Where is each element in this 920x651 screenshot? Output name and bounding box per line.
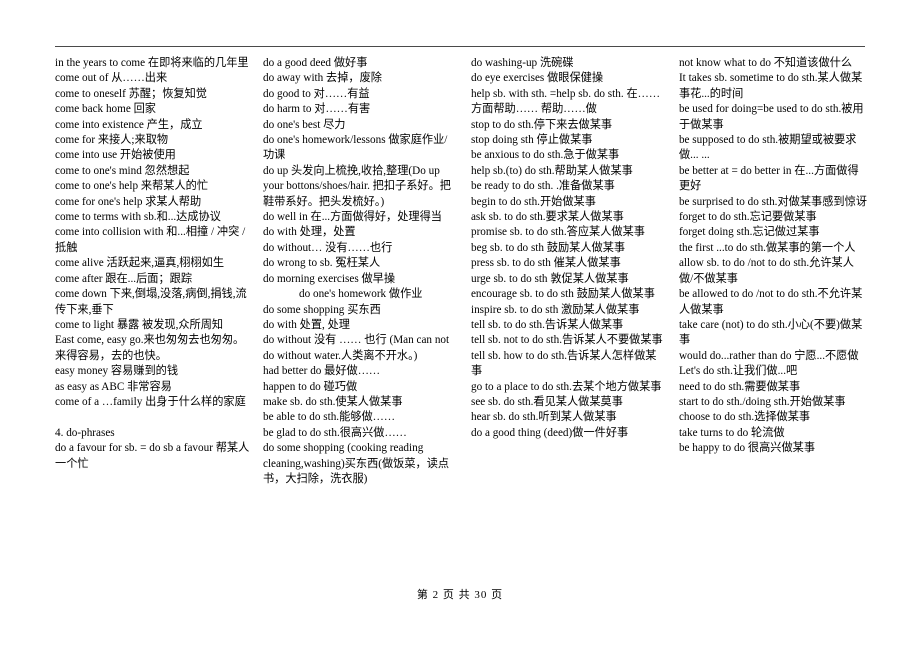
phrase-entry: inspire sb. to do sth 激励某人做某事 [470,303,640,316]
phrase-entry: come after 跟在...后面；跟踪 [55,272,193,285]
phrase-entry: do morning exercises 做早操 [262,272,396,285]
phrase-entry: do a good thing (deed)做一件好事 [470,426,629,439]
phrase-column-4: not know what to do 不知道该做什么 It takes sb. … [679,56,867,457]
phrase-entry: be surprised to do sth.对做某事感到惊讶 [678,195,867,208]
phrase-entry: help sb.(to) do sth.帮助某人做某事 [470,164,633,177]
phrase-entry: be better at = do better in 在...方面做得更好 [678,164,859,193]
phrase-entry: hear sb. do sth.听到某人做某事 [470,411,617,424]
phrase-entry: take care (not) to do sth.小心(不要)做某事 [678,318,863,347]
phrase-entry: tell sb. how to do sth.告诉某人怎样做某事 [470,349,657,378]
phrase-columns-container: in the years to come 在即将来临的几年里 come out o… [55,56,867,487]
phrase-entry: do well in 在...方面做得好，处理得当 [262,211,442,224]
phrase-entry: tell sb. to do sth.告诉某人做某事 [470,318,624,331]
phrase-entry: stop to do sth.停下来去做某事 [470,118,613,131]
phrase-spacer [55,410,250,425]
phrase-entry: be glad to do sth.很高兴做…… [262,426,407,439]
phrase-entry: do good to 对……有益 [262,87,370,100]
phrase-entry: be supposed to do sth.被期望或被要求做... ... [678,134,857,162]
phrase-entry: beg sb. to do sth 鼓励某人做某事 [470,241,626,254]
phrase-entry: forget doing sth.忘记做过某事 [678,226,820,239]
phrase-entry: start to do sth./doing sth.开始做某事 [678,395,846,408]
phrase-entry: happen to do 碰巧做 [262,380,358,393]
phrase-entry: It takes sb. sometime to do sth.某人做某事花..… [678,72,863,100]
phrase-entry: begin to do sth.开始做某事 [470,195,596,208]
phrase-entry: do one's homework/lessons 做家庭作业/功课 [262,134,448,162]
phrase-entry: help sb. with sth. =help sb. do sth. 在……… [470,87,661,116]
phrase-entry: do a good deed 做好事 [262,57,368,69]
phrase-column-1: in the years to come 在即将来临的几年里 come out o… [55,56,250,472]
header-rule [55,46,865,47]
phrase-entry: press sb. to do sth 催某人做某事 [470,257,621,270]
phrase-entry: be allowed to do /not to do sth.不允许某人做某事 [678,288,863,316]
document-page: in the years to come 在即将来临的几年里 come out o… [0,0,920,651]
phrase-entry: promise sb. to do sth.答应某人做某事 [470,226,645,239]
phrase-entry: be ready to do sth. .准备做某事 [470,180,615,193]
phrase-entry: encourage sb. to do sth 鼓励某人做某事 [470,288,655,301]
phrase-entry: come to one's mind 忽然想起 [55,164,190,177]
phrase-entry: as easy as ABC 非常容易 [55,380,172,393]
phrase-entry: see sb. do sth.看见某人做某莫事 [470,395,623,408]
phrase-entry: allow sb. to do /not to do sth.允许某人做/不做某… [678,257,854,285]
phrase-entry: do wrong to sb. 冤枉某人 [262,257,381,270]
phrase-entry: come to one's help 来帮某人的忙 [55,180,209,193]
phrase-entry: come into existence 产生，成立 [55,118,203,131]
phrase-entry: do some shopping (cooking reading cleani… [262,442,450,485]
phrase-entry: do up 头发向上梳挽,收拾,整理(Do up your bottons/sh… [262,164,451,208]
phrase-entry: do a favour for sb. = do sb a favour 帮某人… [55,442,250,470]
phrase-entry: come down 下来,倒塌,没落,病倒,捐钱,流传下来,垂下 [55,288,247,316]
phrase-entry: do some shopping 买东西 [262,303,381,316]
phrase-entry: do one's homework 做作业 [298,288,423,301]
phrase-entry: forget to do sth.忘记要做某事 [678,211,817,224]
phrase-entry: come to oneself 苏醒；恢复知觉 [55,87,207,100]
phrase-entry: do eye exercises 做眼保健操 [470,72,604,85]
phrase-entry: come alive 活跃起来,逼真,栩栩如生 [55,257,225,270]
phrase-entry: do washing-up 洗碗碟 [470,57,574,69]
phrase-entry: East come, easy go.来也匆匆去也匆匆。来得容易，去的也快。 [55,334,245,362]
phrase-entry: do away with 去掉，废除 [262,72,382,85]
phrase-entry: do without… 没有……也行 [262,241,393,254]
phrase-entry: go to a place to do sth.去某个地方做某事 [470,380,662,393]
phrase-entry: the first ...to do sth.做某事的第一个人 [678,241,856,254]
phrase-entry: do without 没有 …… 也行 (Man can not do with… [262,334,452,362]
phrase-entry: come for 来接人;来取物 [55,134,169,147]
phrase-entry: ask sb. to do sth.要求某人做某事 [470,211,624,224]
phrase-entry: Let's do sth.让我们做...吧 [678,365,798,378]
phrase-entry: come for one's help 求某人帮助 [55,195,202,208]
phrase-entry: do harm to 对……有害 [262,103,371,116]
phrase-entry: be able to do sth.能够做…… [262,411,396,424]
phrase-entry: come to light 暴露 被发现,众所周知 [55,318,224,331]
phrase-entry: do with 处理，处置 [262,226,356,239]
phrase-entry: easy money 容易赚到的钱 [55,365,179,378]
phrase-entry: tell sb. not to do sth.告诉某人不要做某事 [470,334,663,347]
phrase-entry: make sb. do sth.使某人做某事 [262,395,403,408]
phrase-entry: had better do 最好做…… [262,365,381,378]
phrase-entry: do with 处置, 处理 [262,318,350,331]
phrase-entry: come out of 从……出来 [55,72,168,85]
phrase-entry: come into collision with 和...相撞 / 冲突 / 抵… [55,226,248,254]
phrase-entry: need to do sth.需要做某事 [678,380,801,393]
phrase-entry: be used for doing=be used to do sth.被用于做… [678,103,864,131]
phrase-entry: be anxious to do sth.急于做某事 [470,149,620,162]
phrase-entry: take turns to do 轮流做 [678,426,785,439]
phrase-entry: urge sb. to do sth 敦促某人做某事 [470,272,629,285]
phrase-entry: be happy to do 很高兴做某事 [678,442,816,455]
phrase-entry: do one's best 尽力 [262,118,346,131]
phrase-column-3: do washing-up 洗碗碟 do eye exercises 做眼保健操 h… [471,56,666,441]
phrase-entry: come back home 回家 [55,103,156,116]
phrase-entry: come of a …family 出身于什么样的家庭 [55,395,246,408]
phrase-entry: in the years to come 在即将来临的几年里 [55,57,249,69]
phrase-entry: choose to do sth.选择做某事 [678,411,811,424]
phrase-column-2: do a good deed 做好事 do away with 去掉，废除 do g… [263,56,458,487]
phrase-entry: 4. do-phrases [55,426,115,439]
phrase-entry: come to terms with sb.和...达成协议 [55,211,221,224]
phrase-entry: come into use 开始被使用 [55,149,176,162]
page-footer: 第 2 页 共 30 页 [416,589,504,601]
phrase-entry: not know what to do 不知道该做什么 [678,57,853,69]
phrase-entry: would do...rather than do 宁愿...不愿做 [678,349,859,362]
phrase-entry: stop doing sth 停止做某事 [470,134,593,147]
